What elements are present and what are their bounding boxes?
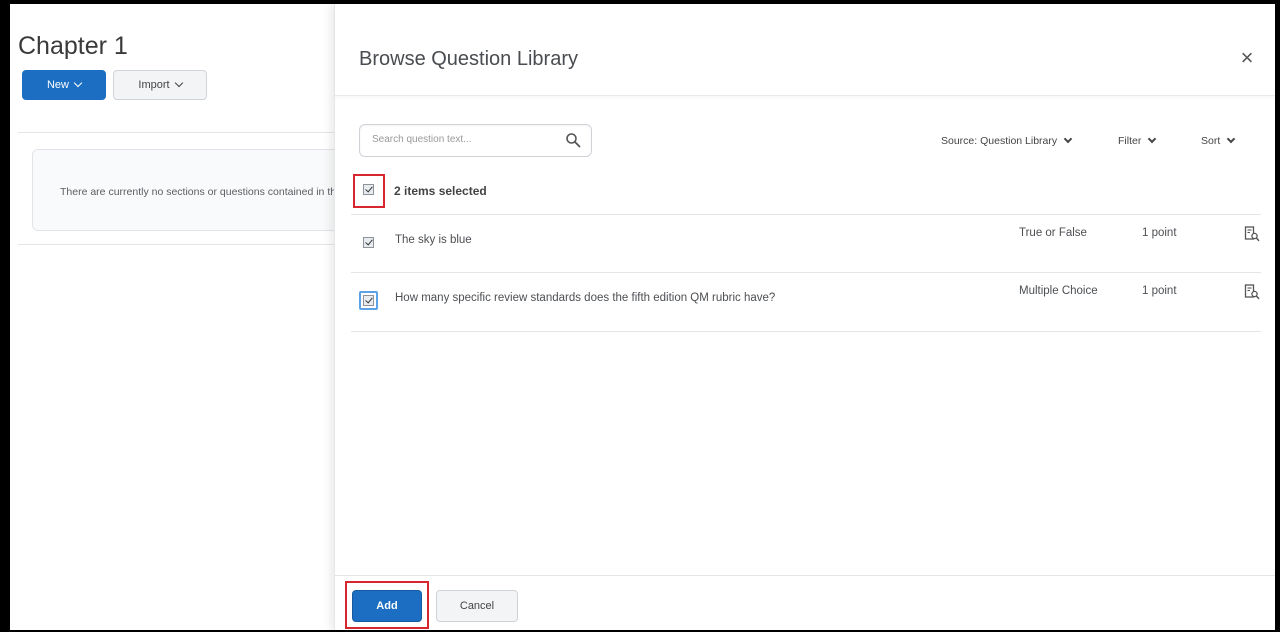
question-checkbox[interactable] [363,295,374,306]
question-text: The sky is blue [395,234,472,246]
quiz-section-page: Chapter 1 New Import There are currently… [12,4,352,630]
close-icon[interactable]: × [1237,47,1257,69]
search-input[interactable] [372,134,552,145]
import-button-label: Import [138,79,170,91]
dialog-title: Browse Question Library [359,48,578,70]
search-icon[interactable] [565,132,581,148]
empty-state-message: There are currently no sections or quest… [60,186,344,198]
cancel-button[interactable]: Cancel [436,590,518,622]
chevron-down-icon [73,78,83,88]
preview-icon[interactable] [1244,226,1260,242]
dialog-header: Browse Question Library × [335,4,1275,96]
page-title: Chapter 1 [18,32,128,60]
dialog-footer: Add Cancel [335,575,1275,630]
question-type: True or False [1019,227,1087,239]
sort-label: Sort [1201,135,1221,147]
question-row[interactable]: The sky is blue True or False 1 point [351,214,1261,272]
browse-question-library-dialog: Browse Question Library × Source: Questi… [334,4,1275,630]
source-dropdown[interactable]: Source: Question Library [941,134,1073,147]
divider [18,244,342,245]
import-button[interactable]: Import [113,70,207,100]
question-points: 1 point [1142,227,1177,239]
select-all-checkbox[interactable] [363,184,374,195]
new-button[interactable]: New [22,70,106,100]
question-checkbox-wrap[interactable] [359,233,378,252]
chevron-down-icon [1148,134,1157,144]
question-checkbox-wrap[interactable] [359,291,378,310]
question-type: Multiple Choice [1019,285,1098,297]
source-label: Source: Question Library [941,135,1058,147]
search-field[interactable] [359,124,592,157]
question-points: 1 point [1142,285,1177,297]
divider [18,132,342,133]
sort-dropdown[interactable]: Sort [1201,134,1236,147]
selected-count: 2 items selected [394,184,487,198]
question-text: How many specific review standards does … [395,292,776,304]
frame-border [6,4,10,630]
preview-icon[interactable] [1244,284,1260,300]
chevron-down-icon [174,78,183,88]
chevron-down-icon [1227,134,1236,144]
divider [351,331,1261,332]
chevron-down-icon [1063,134,1073,144]
filter-dropdown[interactable]: Filter [1118,134,1157,147]
question-row[interactable]: How many specific review standards does … [351,272,1261,330]
add-button[interactable]: Add [352,590,422,622]
new-button-label: New [46,79,69,91]
question-checkbox[interactable] [363,237,374,248]
filter-label: Filter [1118,135,1142,147]
